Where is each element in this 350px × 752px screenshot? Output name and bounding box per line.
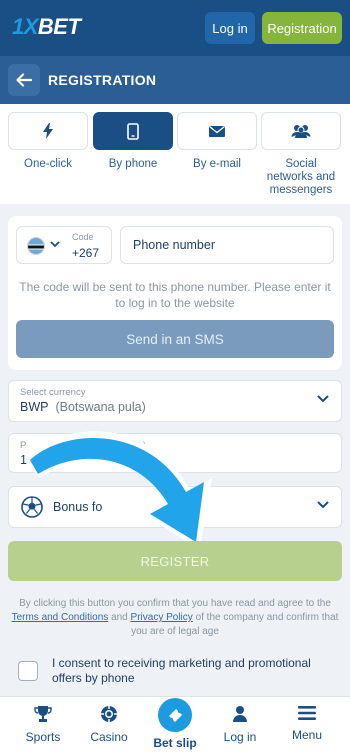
bonus-select[interactable]: Bonus fo xyxy=(8,486,342,528)
phone-number-input[interactable]: Phone number xyxy=(120,226,334,264)
privacy-policy-link[interactable]: Privacy Policy xyxy=(131,612,193,623)
page-title-bar: REGISTRATION xyxy=(0,56,350,104)
nav-bet-slip[interactable]: Bet slip xyxy=(153,698,197,750)
nav-label: Menu xyxy=(291,728,323,742)
register-button[interactable]: REGISTER xyxy=(8,541,342,581)
consent-label: I consent to receiving marketing and pro… xyxy=(52,656,311,685)
promo-value: 1xDLD xyxy=(20,453,59,467)
envelope-icon xyxy=(209,125,225,137)
nav-sports[interactable]: Sports xyxy=(10,705,76,744)
nav-label: Bet slip xyxy=(153,736,197,750)
tab-one-click[interactable]: One-click xyxy=(8,112,88,171)
code-value: +267 xyxy=(72,246,100,260)
nav-label: Log in xyxy=(223,730,257,744)
chevron-down-icon xyxy=(317,501,329,509)
hamburger-icon xyxy=(298,706,316,720)
nav-login[interactable]: Log in xyxy=(207,705,273,744)
tab-by-email[interactable]: By e-mail xyxy=(177,112,257,171)
currency-select[interactable]: Select currency BWP (Botswana pula) xyxy=(8,380,342,422)
login-button[interactable]: Log in xyxy=(205,12,255,44)
phone-registration-form: Code +267 Phone number The code will be … xyxy=(8,216,342,370)
soccer-ball-icon xyxy=(21,496,43,518)
ticket-icon xyxy=(169,709,182,722)
tab-label: By e-mail xyxy=(193,158,241,170)
lightning-icon xyxy=(43,123,53,139)
registration-button[interactable]: Registration xyxy=(262,12,342,44)
promo-code-input[interactable]: Pne) 1xDLD xyxy=(8,433,342,473)
tab-social-networks[interactable]: Social networks and messengers xyxy=(261,112,341,197)
country-code-select[interactable]: Code +267 xyxy=(16,226,112,264)
nav-label: Sports xyxy=(25,730,61,744)
back-button[interactable] xyxy=(8,64,40,96)
sms-hint-text: The code will be sent to this phone numb… xyxy=(19,280,331,310)
app-header: 1XBET Log in Registration xyxy=(0,0,350,56)
chevron-down-icon xyxy=(50,241,60,248)
tab-label: Social networks and messengers xyxy=(266,158,336,196)
arrow-left-icon xyxy=(16,73,32,87)
registration-method-tabs: One-click By phone By e-mail Social netw… xyxy=(0,104,350,204)
terms-link[interactable]: Terms and Conditions xyxy=(12,612,109,623)
code-label: Code xyxy=(72,232,94,242)
botswana-flag-icon xyxy=(27,237,45,255)
brand-logo[interactable]: 1XBET xyxy=(12,14,81,40)
people-icon xyxy=(291,125,311,138)
currency-value: BWP (Botswana pula) xyxy=(20,400,146,414)
smartphone-icon xyxy=(127,122,139,140)
tab-label: By phone xyxy=(108,158,158,170)
promo-label: Pne) xyxy=(20,440,147,451)
casino-chip-icon xyxy=(101,706,117,722)
currency-label: Select currency xyxy=(20,387,86,398)
bonus-label: Bonus fo xyxy=(53,500,103,514)
consent-checkbox[interactable] xyxy=(18,661,38,681)
send-sms-button[interactable]: Send in an SMS xyxy=(16,320,334,358)
chevron-down-icon xyxy=(317,395,329,403)
nav-menu[interactable]: Menu xyxy=(274,705,340,742)
nav-casino[interactable]: Casino xyxy=(76,705,142,744)
tab-by-phone[interactable]: By phone xyxy=(93,112,173,171)
trophy-icon xyxy=(34,706,52,722)
tab-label: One-click xyxy=(24,158,72,170)
nav-label: Casino xyxy=(90,730,128,744)
page-title: REGISTRATION xyxy=(48,72,157,88)
person-icon xyxy=(233,706,247,722)
terms-text: By clicking this button you confirm that… xyxy=(11,598,339,637)
